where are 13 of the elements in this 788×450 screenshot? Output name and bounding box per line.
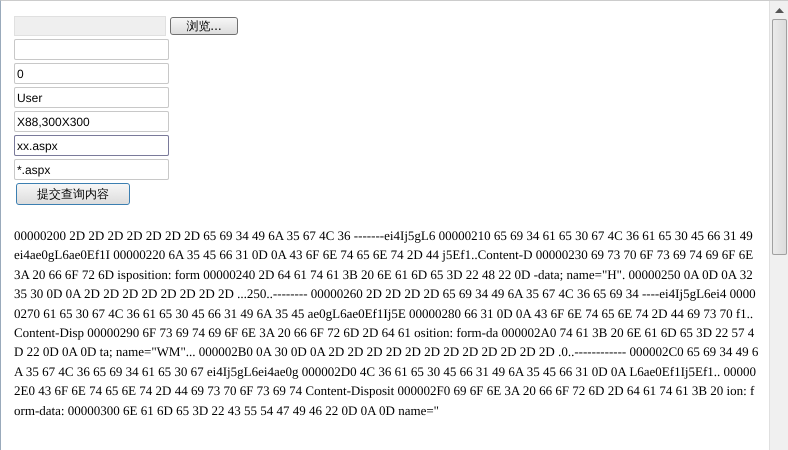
text-field[interactable]: *.aspx [14,159,169,180]
submit-button[interactable]: 提交查询内容 [16,183,130,205]
text-field[interactable] [14,39,169,60]
vertical-scrollbar[interactable] [769,1,788,450]
scroll-up-icon[interactable] [774,7,784,13]
scrollbar-thumb[interactable] [772,19,786,255]
file-path-field[interactable] [14,16,166,36]
text-field[interactable]: User [14,87,169,108]
text-field[interactable]: 0 [14,63,169,84]
text-field[interactable]: xx.aspx [14,135,169,156]
hex-dump-text: 00000200 2D 2D 2D 2D 2D 2D 2D 65 69 34 49 6A 35 67 4C 36 -------ei4Ij5gL6 00000210 65 69 34 61 65 30 67 4C 36 61 65 30 45 66 31 49 ei4ae0gL6ae0Ef1I 00000220 6A 35 45 66 31 0D 0A 43 6F 6E 74 65 6E 74 2D 44 j5Ef1..Content-D 00000230 69 73 70 6F 73 69 74 69 6F 6E 3A 20 66 6F 72 6D isposition: form 00000240 2D 64 61 74 61 3B 20 6E 61 6D 65 3D 22 48 22 0D -data; name="H". 00000250 0A 0D 0A 32 35 30 0D 0A 2D 2D 2D 2D 2D 2D 2D 2D ...250..-------- 00000260 2D 2D 2D 2D 65 69 34 49 6A 35 67 4C 36 65 69 34 ----ei4Ij5gL6ei4 00000270 61 65 30 67 4C 36 61 65 30 45 66 31 49 6A 35 45 ae0gL6ae0Ef1Ij5E 00000280 66 31 0D 0A 43 6F 6E 74 65 6E 74 2D 44 69 73 70 f1..Content-Disp 00000290 6F 73 69 74 69 6F 6E 3A 20 66 6F 72 6D 2D 64 61 osition: form-da 000002A0 74 61 3B 20 6E 61 6D 65 3D 22 57 4D 22 0D 0A 0D ta; name="WM"... 000002B0 0A 30 0D 0A 2D 2D 2D 2D 2D 2D 2D 2D 2D 2D 2D 2D .0..------------ 000002C0 65 69 34 49 6A 35 67 4C 36 65 69 34 61 65 30 67 ei4Ij5gL6ei4ae0g 000002D0 4C 36 61 65 30 45 66 31 49 6A 35 45 66 31 0D 0A L6ae0Ef1Ij5Ef1.. 000002E0 43 6F 6E 74 65 6E 74 2D 44 69 73 70 6F 73 69 74 Content-Disposit 000002F0 69 6F 6E 3A 20 66 6F 72 6D 2D 64 61 74 61 3B 20 ion: form-data: 00000300 6E 61 6D 65 3D 22 43 55 54 47 49 46 22 0D 0A 0D name=" [14,227,759,420]
browse-button[interactable]: 浏览... [170,17,238,35]
text-field[interactable]: X88,300X300 [14,111,169,132]
